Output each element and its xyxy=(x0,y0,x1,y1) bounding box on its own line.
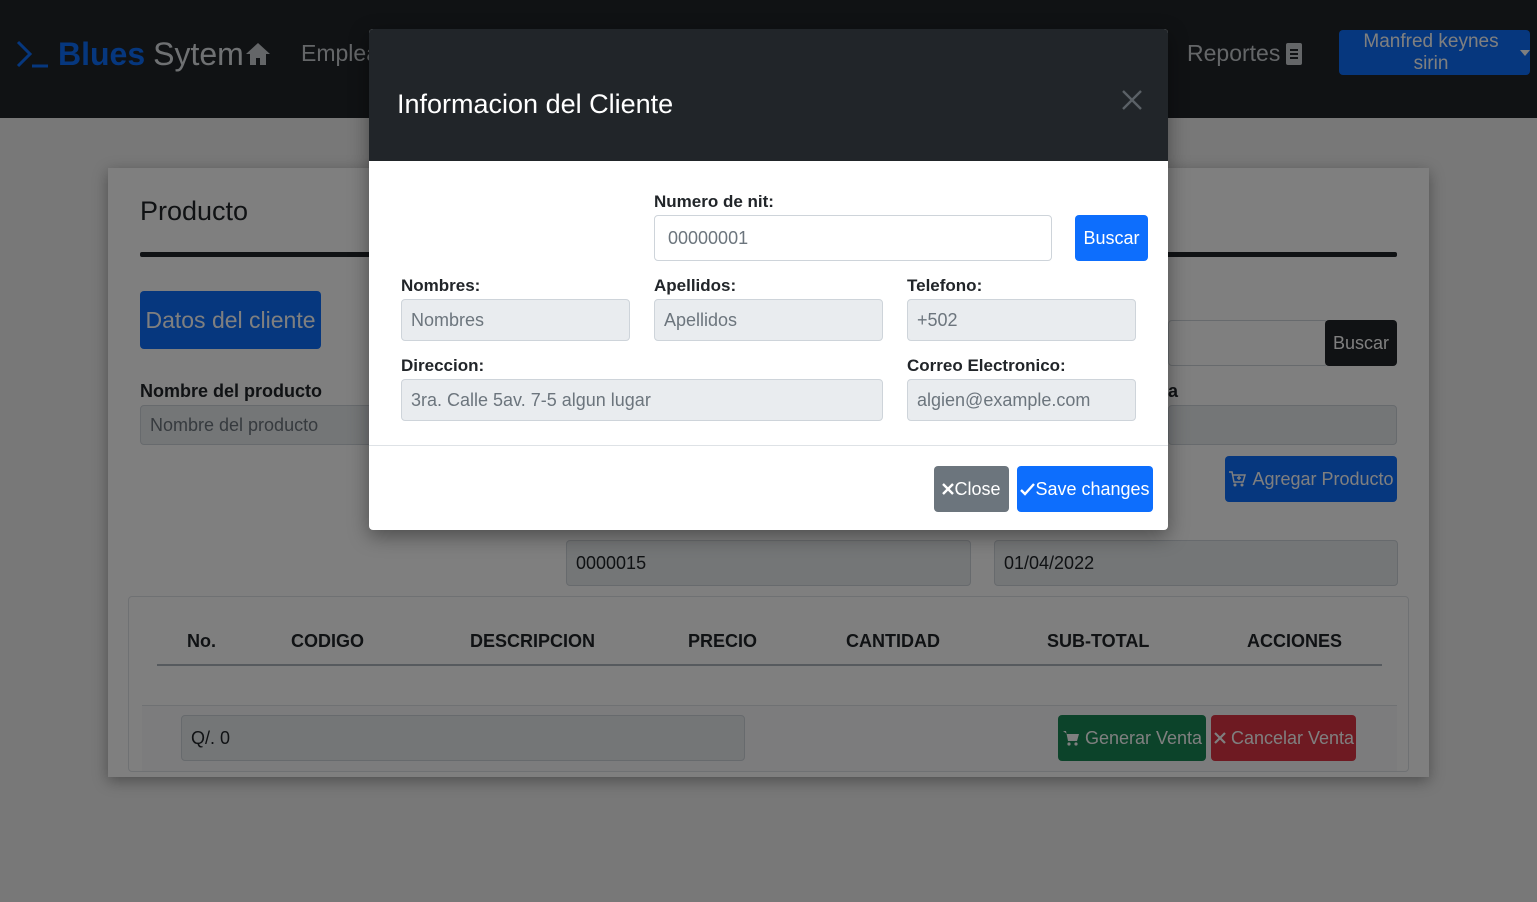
nit-input[interactable]: 00000001 xyxy=(654,215,1052,261)
save-changes-label: Save changes xyxy=(1035,478,1150,499)
close-button[interactable]: Close xyxy=(934,466,1009,512)
telefono-input[interactable]: +502 xyxy=(907,299,1136,341)
cliente-modal: Informacion del Cliente Numero de nit: 0… xyxy=(369,29,1168,530)
direccion-label: Direccion: xyxy=(401,356,485,375)
close-label: Close xyxy=(954,478,1001,499)
correo-label: Correo Electronico: xyxy=(907,356,1066,375)
modal-footer: Close Save changes xyxy=(369,445,1168,530)
modal-header: Informacion del Cliente xyxy=(369,29,1168,161)
nit-label: Numero de nit: xyxy=(654,192,774,211)
apellidos-label: Apellidos: xyxy=(654,276,737,295)
nombres-input[interactable]: Nombres xyxy=(401,299,630,341)
close-icon[interactable] xyxy=(1119,87,1145,113)
save-changes-button[interactable]: Save changes xyxy=(1017,466,1153,512)
buscar-nit-button[interactable]: Buscar xyxy=(1075,215,1148,261)
modal-title: Informacion del Cliente xyxy=(397,89,674,119)
modal-body: Numero de nit: 00000001 Buscar Nombres: … xyxy=(369,161,1168,445)
correo-input[interactable]: algien@example.com xyxy=(907,379,1136,421)
direccion-input[interactable]: 3ra. Calle 5av. 7-5 algun lugar xyxy=(401,379,883,421)
apellidos-input[interactable]: Apellidos xyxy=(654,299,883,341)
telefono-label: Telefono: xyxy=(907,276,983,295)
x-icon xyxy=(942,483,955,495)
nombres-label: Nombres: xyxy=(401,276,481,295)
check-icon xyxy=(1020,482,1036,496)
